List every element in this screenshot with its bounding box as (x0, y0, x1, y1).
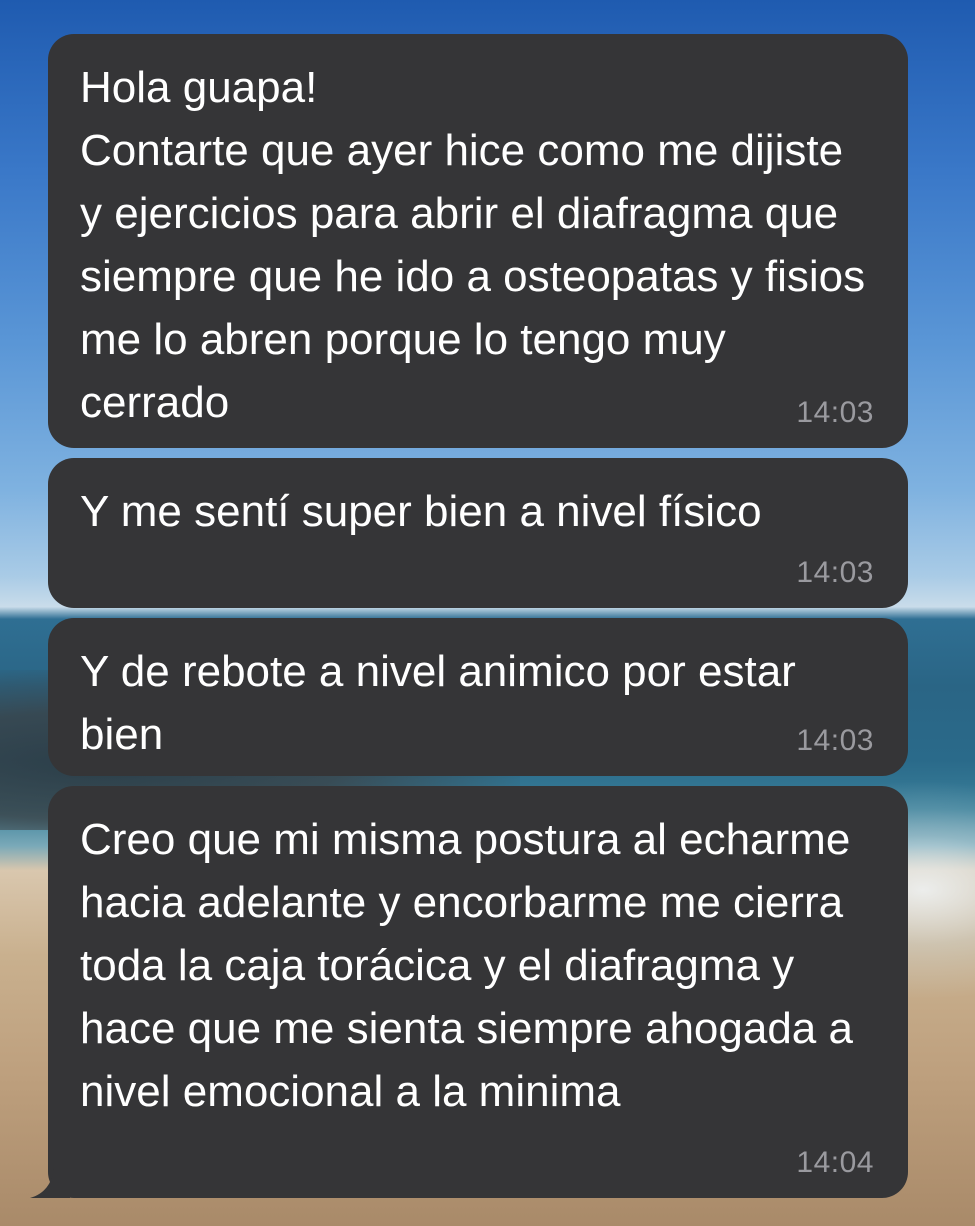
message-timestamp: 14:03 (796, 396, 874, 429)
message-text: Creo que mi misma postura al echarme hac… (80, 815, 866, 1116)
message-list: Hola guapa! Contarte que ayer hice como … (30, 34, 908, 1208)
message-bubble[interactable]: Y me sentí super bien a nivel físico 14:… (48, 458, 908, 608)
message-bubble[interactable]: Creo que mi misma postura al echarme hac… (30, 786, 908, 1198)
message-timestamp: 14:03 (796, 556, 874, 589)
message-timestamp: 14:04 (796, 1146, 874, 1179)
message-bubble[interactable]: Hola guapa! Contarte que ayer hice como … (48, 34, 908, 448)
message-text: Y me sentí super bien a nivel físico (80, 487, 762, 536)
message-text: Y de rebote a nivel animico por estar bi… (80, 647, 809, 759)
message-text: Hola guapa! Contarte que ayer hice como … (80, 63, 866, 427)
bubble-tail-icon (30, 1168, 70, 1198)
message-timestamp: 14:03 (796, 724, 874, 757)
message-bubble[interactable]: Y de rebote a nivel animico por estar bi… (48, 618, 908, 776)
